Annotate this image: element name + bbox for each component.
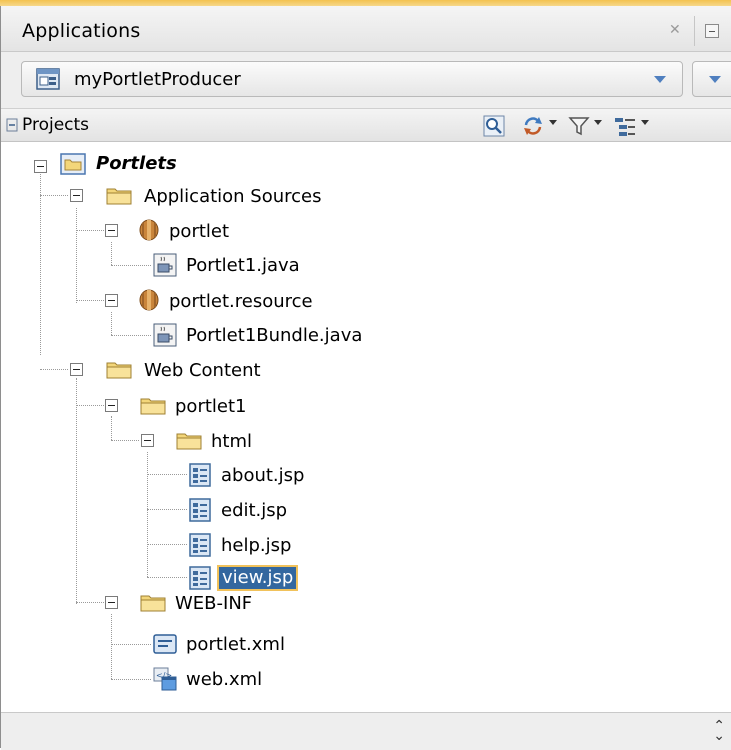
filter-dropdown-icon[interactable] bbox=[594, 120, 602, 125]
title-separator bbox=[694, 16, 695, 46]
view-options-icon[interactable] bbox=[613, 114, 637, 138]
sync-dropdown-icon[interactable] bbox=[549, 120, 557, 125]
application-icon bbox=[36, 68, 60, 90]
tree-connector bbox=[111, 440, 139, 441]
tree-node-web-inf-folder[interactable]: WEB-INF bbox=[175, 593, 252, 615]
tree-connector bbox=[111, 679, 151, 680]
folder-icon bbox=[140, 398, 166, 415]
web-xml-file-icon: </> bbox=[153, 667, 177, 691]
expand-toggle[interactable] bbox=[70, 363, 83, 376]
tree-node-portlets[interactable]: Portlets bbox=[96, 153, 177, 175]
expand-toggle[interactable] bbox=[141, 434, 154, 447]
tree-connector bbox=[111, 312, 112, 335]
panel-title: Applications bbox=[22, 20, 141, 42]
projects-toolbar: Projects bbox=[1, 108, 731, 142]
tree-connector bbox=[40, 369, 68, 370]
application-row: myPortletProducer bbox=[1, 52, 731, 108]
expand-toggle[interactable] bbox=[34, 160, 47, 173]
expand-toggle[interactable] bbox=[105, 399, 118, 412]
tree-connector bbox=[76, 208, 77, 303]
tree-node-about-jsp[interactable]: about.jsp bbox=[221, 465, 304, 487]
folder-icon bbox=[106, 362, 132, 379]
folder-icon bbox=[140, 595, 166, 612]
tree-node-help-jsp[interactable]: help.jsp bbox=[221, 535, 291, 557]
tree-connector bbox=[76, 378, 77, 604]
expand-toggle[interactable] bbox=[105, 596, 118, 609]
jsp-file-icon bbox=[189, 498, 211, 522]
tree-connector bbox=[147, 474, 187, 475]
java-file-icon bbox=[153, 253, 177, 277]
tree-node-portlet-xml[interactable]: portlet.xml bbox=[186, 634, 285, 656]
jsp-file-icon bbox=[189, 533, 211, 557]
package-icon bbox=[139, 219, 159, 241]
expand-toggle[interactable] bbox=[70, 189, 83, 202]
tree-node-view-jsp-selected[interactable]: view.jsp bbox=[216, 565, 299, 591]
tree-connector bbox=[111, 242, 112, 265]
bottom-bar: ⌃ ⌄ bbox=[1, 712, 731, 750]
project-folder-icon bbox=[60, 153, 86, 175]
tree-node-portlet1-folder[interactable]: portlet1 bbox=[175, 396, 246, 418]
tree-connector bbox=[40, 195, 68, 196]
tree-connector bbox=[111, 335, 151, 336]
tree-connector bbox=[111, 644, 151, 645]
tree-node-edit-jsp[interactable]: edit.jsp bbox=[221, 500, 287, 522]
view-options-dropdown-icon[interactable] bbox=[641, 120, 649, 125]
tree-connector bbox=[111, 265, 151, 266]
chevron-down-icon bbox=[709, 76, 721, 83]
find-icon[interactable] bbox=[483, 114, 505, 138]
tree-node-web-content[interactable]: Web Content bbox=[144, 360, 261, 382]
tree-connector bbox=[76, 300, 104, 301]
tree-connector bbox=[111, 614, 112, 679]
projects-title: Projects bbox=[22, 115, 90, 135]
collapse-toggle-icon[interactable] bbox=[6, 118, 18, 132]
application-name: myPortletProducer bbox=[74, 69, 241, 90]
tree-connector bbox=[76, 230, 104, 231]
tree-connector bbox=[147, 577, 187, 578]
application-menu-button[interactable] bbox=[692, 61, 731, 97]
chevron-down-icon bbox=[654, 76, 666, 83]
tree-connector bbox=[147, 452, 148, 577]
minimize-button[interactable] bbox=[705, 24, 719, 38]
tree-connector bbox=[76, 405, 104, 406]
tree-node-html-folder[interactable]: html bbox=[211, 431, 252, 453]
tree-node-portlet-package[interactable]: portlet bbox=[169, 221, 229, 243]
close-icon[interactable]: ✕ bbox=[669, 22, 681, 38]
tree-connector bbox=[111, 416, 112, 440]
tree-node-web-xml[interactable]: web.xml bbox=[186, 669, 262, 691]
folder-icon bbox=[176, 433, 202, 450]
expand-toggle[interactable] bbox=[105, 224, 118, 237]
tree-node-portlet1bundle-java[interactable]: Portlet1Bundle.java bbox=[186, 325, 362, 347]
expand-toggle[interactable] bbox=[105, 294, 118, 307]
title-bar: Applications ✕ bbox=[1, 6, 731, 52]
tree-node-application-sources[interactable]: Application Sources bbox=[144, 186, 322, 208]
jsp-file-icon bbox=[189, 566, 211, 590]
jsp-file-icon bbox=[189, 463, 211, 487]
tree-connector bbox=[147, 544, 187, 545]
sync-icon[interactable] bbox=[521, 114, 545, 138]
filter-icon[interactable] bbox=[568, 114, 590, 138]
project-tree: Portlets Application Sources portlet Por… bbox=[0, 142, 730, 702]
tree-connector bbox=[147, 509, 187, 510]
folder-icon bbox=[106, 188, 132, 205]
xml-file-icon bbox=[153, 634, 177, 654]
resize-handle-icon[interactable]: ⌃ ⌄ bbox=[713, 719, 725, 743]
package-icon bbox=[139, 289, 159, 311]
tree-node-portlet-resource-package[interactable]: portlet.resource bbox=[169, 291, 313, 313]
tree-node-portlet1-java[interactable]: Portlet1.java bbox=[186, 255, 300, 277]
application-selector[interactable]: myPortletProducer bbox=[21, 61, 683, 97]
tree-connector bbox=[76, 602, 104, 603]
java-file-icon bbox=[153, 323, 177, 347]
